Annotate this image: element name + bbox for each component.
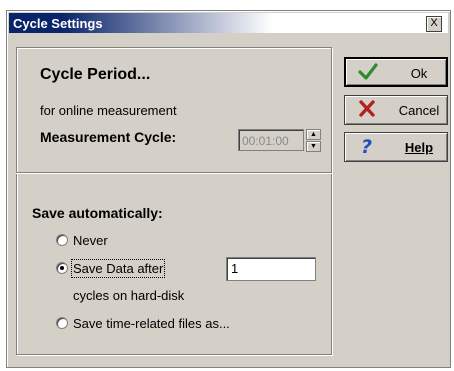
radio-never[interactable]	[56, 234, 68, 246]
save-cycles-input[interactable]: 1	[226, 257, 316, 281]
measurement-cycle-field[interactable]: 00:01:00	[238, 129, 304, 151]
cancel-button[interactable]: Cancel	[344, 95, 448, 125]
measurement-cycle-label: Measurement Cycle:	[40, 129, 177, 145]
close-button[interactable]: X	[426, 16, 442, 32]
save-automatically-heading: Save automatically:	[32, 205, 163, 221]
question-mark-icon: ?	[361, 136, 372, 156]
radio-never-label[interactable]: Never	[73, 233, 108, 248]
red-x-icon	[359, 100, 375, 117]
ok-button[interactable]: Ok	[344, 57, 448, 87]
radio-save-time-related[interactable]	[56, 317, 68, 329]
help-button[interactable]: ? Help	[344, 132, 448, 162]
radio-save-data-after-label[interactable]: Save Data after	[70, 259, 166, 278]
spin-down-arrow-icon[interactable]: ▼	[306, 141, 321, 152]
cycle-period-heading: Cycle Period...	[40, 66, 151, 83]
help-button-label: Help	[404, 140, 434, 155]
radio-save-data-after[interactable]	[56, 262, 68, 274]
settings-group-box	[16, 47, 332, 355]
title-bar: Cycle Settings X	[9, 13, 448, 33]
cycles-on-hard-disk-label: cycles on hard-disk	[73, 288, 185, 303]
cycle-subtitle: for online measurement	[40, 103, 177, 118]
checkmark-icon	[358, 63, 378, 80]
ok-button-label: Ok	[410, 66, 428, 81]
measurement-cycle-spinner[interactable]: ▲ ▼	[306, 129, 321, 153]
spin-up-arrow-icon[interactable]: ▲	[306, 129, 321, 140]
cancel-button-label: Cancel	[398, 103, 440, 118]
svg-text:?: ?	[361, 136, 372, 156]
window-title: Cycle Settings	[13, 16, 103, 31]
radio-save-time-related-label[interactable]: Save time-related files as...	[73, 316, 230, 331]
section-divider	[16, 172, 332, 174]
